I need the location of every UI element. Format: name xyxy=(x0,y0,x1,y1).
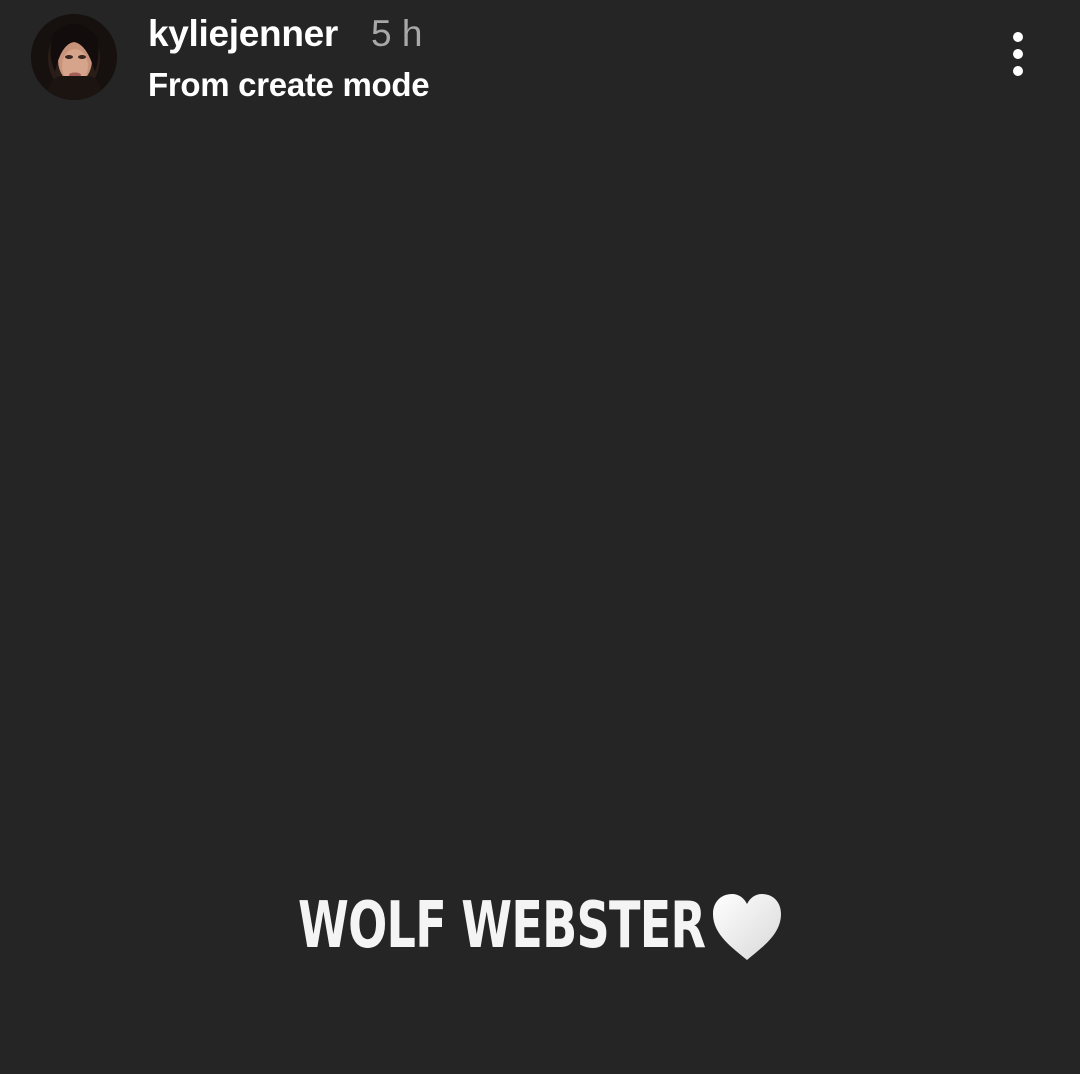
story-source-label: From create mode xyxy=(148,66,430,103)
story-timestamp: 5 h xyxy=(371,13,423,54)
vertical-ellipsis-icon-dot xyxy=(1013,66,1023,76)
more-options-button[interactable] xyxy=(996,28,1040,80)
story-view[interactable]: kyliejenner 5 h From create mode WOLF WE… xyxy=(0,0,1080,1074)
story-header: kyliejenner 5 h From create mode xyxy=(0,0,1080,120)
white-heart-icon xyxy=(713,894,781,960)
username[interactable]: kyliejenner xyxy=(148,12,338,56)
caption-text: WOLF WEBSTER xyxy=(298,889,706,963)
profile-photo xyxy=(31,14,117,100)
vertical-ellipsis-icon xyxy=(1013,32,1023,42)
avatar[interactable] xyxy=(31,14,117,100)
vertical-ellipsis-icon-dot xyxy=(1013,49,1023,59)
